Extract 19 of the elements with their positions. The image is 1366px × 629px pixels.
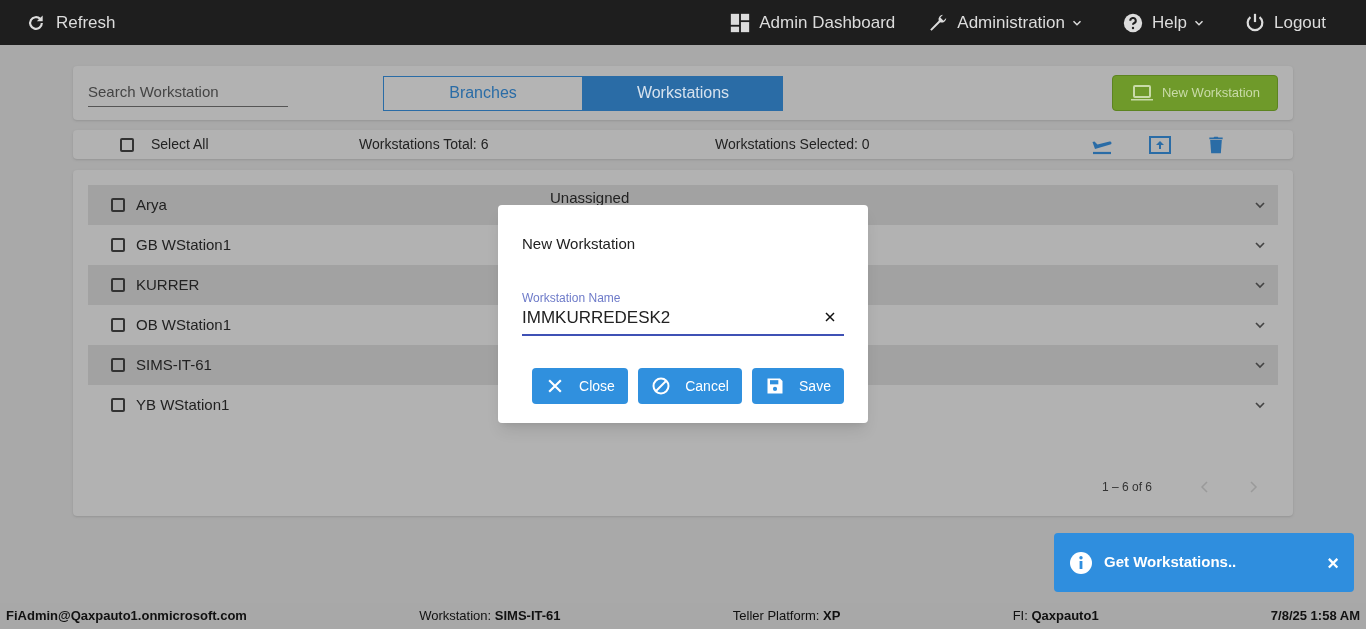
workstation-name: YB WStation1	[136, 395, 230, 413]
total-count: Workstations Total: 6	[359, 135, 490, 154]
status-item: FI: Qaxpauto1	[1012, 607, 1099, 626]
status-item: Workstation: SIMS-IT-61	[419, 607, 561, 626]
status-item: FiAdmin@Qaxpauto1.onmicrosoft.com	[6, 607, 247, 626]
workstation-name: SIMS-IT-61	[136, 355, 212, 373]
selected-count: Workstations Selected: 0	[715, 135, 871, 154]
branch-name: Unassigned	[550, 188, 630, 208]
workstation-name: KURRER	[136, 275, 200, 293]
workstation-name: GB WStation1	[136, 235, 232, 253]
select-all-label: Select All	[151, 135, 209, 154]
workstation-name: Arya	[136, 195, 167, 213]
field-label: Workstation Name	[522, 291, 622, 305]
status-item: Teller Platform: XP	[732, 607, 841, 626]
toast-message: Get Workstations..	[1104, 552, 1237, 573]
dialog-title: New Workstation	[522, 234, 637, 254]
status-item: 7/8/25 1:58 AM	[1270, 607, 1360, 626]
workstation-name: OB WStation1	[136, 315, 232, 333]
pagination-text: 1 – 6 of 6	[1101, 479, 1152, 496]
